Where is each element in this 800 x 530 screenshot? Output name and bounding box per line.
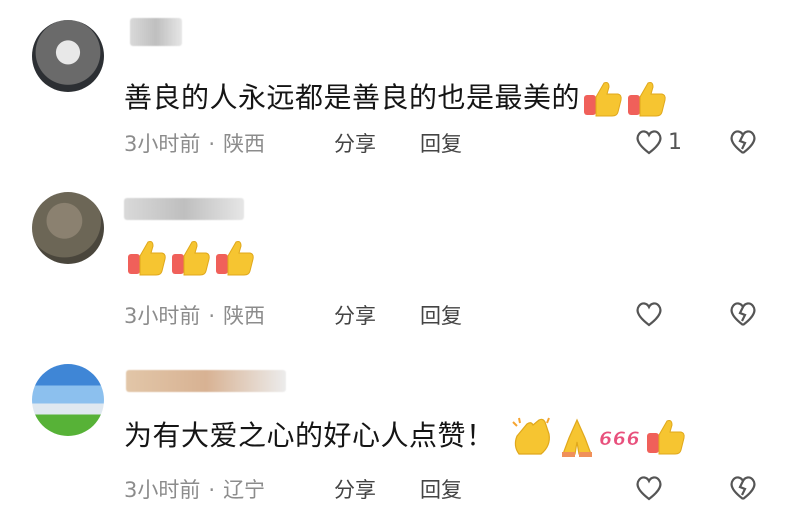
folded-hands-icon — [557, 416, 597, 458]
reply-button[interactable]: 回复 — [420, 128, 462, 158]
heart-icon — [634, 300, 664, 328]
comment-text: 为有大爱之心的好心人点赞！ 666 — [124, 414, 687, 458]
comment-meta: 3小时前 · 陕西 — [124, 300, 265, 330]
comment-item: 善良的人永远都是善良的也是最美的 3小时前 · 陕西 分享 回复 1 — [0, 0, 800, 170]
thumbs-up-icon — [214, 238, 256, 278]
thumbs-up-icon — [170, 238, 212, 278]
clapping-hands-icon — [509, 416, 555, 458]
meta-separator: · — [208, 478, 216, 502]
666-icon: 666 — [599, 417, 643, 457]
dislike-button[interactable] — [728, 128, 758, 156]
comment-item: 3小时前 · 陕西 分享 回复 — [0, 172, 800, 342]
thumbs-up-icon — [626, 79, 668, 119]
heart-icon — [634, 474, 664, 502]
location: 陕西 — [223, 132, 266, 156]
thumbs-up-icon — [645, 417, 687, 457]
timestamp: 3小时前 — [124, 304, 201, 328]
comment-item: 为有大爱之心的好心人点赞！ 666 3小时前 · 辽宁 分享 回复 — [0, 344, 800, 514]
avatar[interactable] — [32, 192, 104, 264]
broken-heart-icon — [728, 128, 758, 156]
svg-text:666: 666 — [599, 428, 640, 450]
like-button[interactable] — [634, 300, 668, 328]
comment-meta: 3小时前 · 陕西 — [124, 128, 265, 158]
heart-icon — [634, 128, 664, 156]
location: 辽宁 — [223, 478, 266, 502]
dislike-button[interactable] — [728, 474, 758, 502]
comment-text-content: 善良的人永远都是善良的也是最美的 — [124, 81, 581, 114]
share-button[interactable]: 分享 — [334, 300, 376, 330]
meta-separator: · — [208, 132, 216, 156]
timestamp: 3小时前 — [124, 132, 201, 156]
thumbs-up-icon — [582, 79, 624, 119]
location: 陕西 — [223, 304, 266, 328]
username-blurred[interactable] — [130, 18, 182, 46]
comment-text-content: 为有大爱之心的好心人点赞！ — [124, 419, 495, 452]
like-button[interactable]: 1 — [634, 128, 682, 156]
share-button[interactable]: 分享 — [334, 128, 376, 158]
username-blurred[interactable] — [126, 370, 286, 392]
like-count: 1 — [668, 129, 682, 155]
thumbs-up-icon — [126, 238, 168, 278]
username-blurred[interactable] — [124, 198, 244, 220]
dislike-button[interactable] — [728, 300, 758, 328]
share-button[interactable]: 分享 — [334, 474, 376, 504]
reply-button[interactable]: 回复 — [420, 300, 462, 330]
like-button[interactable] — [634, 474, 668, 502]
comment-text: 善良的人永远都是善良的也是最美的 — [124, 76, 668, 119]
meta-separator: · — [208, 304, 216, 328]
broken-heart-icon — [728, 474, 758, 502]
avatar[interactable] — [32, 364, 104, 436]
avatar[interactable] — [32, 20, 104, 92]
reply-button[interactable]: 回复 — [420, 474, 462, 504]
timestamp: 3小时前 — [124, 478, 201, 502]
comment-text — [124, 238, 256, 278]
comment-meta: 3小时前 · 辽宁 — [124, 474, 265, 504]
broken-heart-icon — [728, 300, 758, 328]
